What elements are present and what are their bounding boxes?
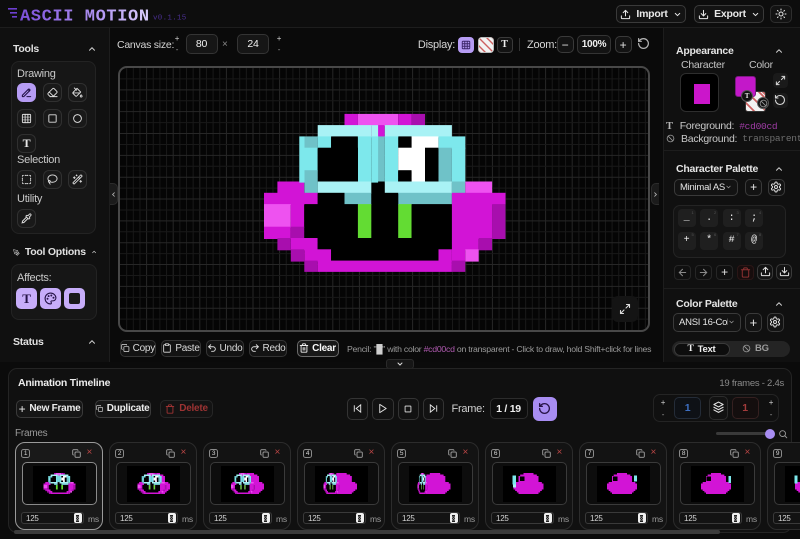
svg-text:ASCII MOTION: ASCII MOTION xyxy=(20,8,150,27)
svg-text:v0.1.15: v0.1.15 xyxy=(153,15,187,23)
